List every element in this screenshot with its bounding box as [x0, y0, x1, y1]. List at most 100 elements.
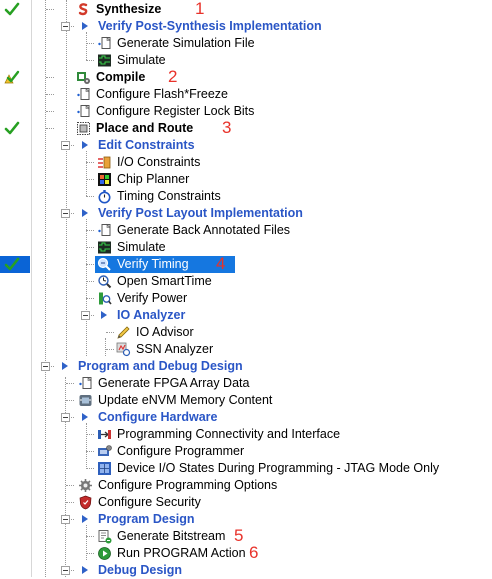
- collapse-toggle-icon[interactable]: [61, 413, 70, 422]
- tree-item-ssn-analyzer[interactable]: SSN Analyzer: [0, 341, 492, 358]
- tree-item-label: Configure Programmer: [117, 444, 245, 458]
- tree-guide-line: [86, 468, 94, 469]
- tree-item-verify-post-synthesis-implementation[interactable]: Verify Post-Synthesis Implementation: [0, 18, 492, 35]
- tree-item-program-and-debug-design[interactable]: Program and Debug Design: [0, 358, 492, 375]
- tree-item-configure-flash-freeze[interactable]: Configure Flash*Freeze: [0, 86, 492, 103]
- tree-item-i-o-constraints[interactable]: I/O Constraints: [0, 154, 492, 171]
- tree-item-io-advisor[interactable]: IO Advisor: [0, 324, 492, 341]
- tree-item-label: SSN Analyzer: [136, 342, 214, 356]
- tree-item-timing-constraints[interactable]: Timing Constraints: [0, 188, 492, 205]
- tree-item-generate-bitstream[interactable]: Generate Bitstream 5: [0, 527, 492, 545]
- tree-item-update-envm-memory-content[interactable]: Update eNVM Memory Content: [0, 392, 492, 409]
- tree-item-verify-timing[interactable]: Verify Timing 4: [0, 255, 492, 273]
- expand-arrow-icon[interactable]: [82, 22, 88, 30]
- tree-guide-line: [86, 162, 94, 163]
- expand-arrow-icon[interactable]: [101, 311, 107, 319]
- tree-item-label: Debug Design: [98, 563, 183, 577]
- tree-guide-line: [86, 247, 94, 248]
- memory-icon: [78, 393, 93, 408]
- synthesize-icon: [76, 2, 91, 17]
- tree-item-device-i-o-states-during-programming-jtag-mode-only[interactable]: Device I/O States During Programming - J…: [0, 460, 492, 477]
- tree-item-compile[interactable]: Compile 2: [0, 68, 492, 86]
- tree-item-programming-connectivity-and-interface[interactable]: Programming Connectivity and Interface: [0, 426, 492, 443]
- expand-arrow-icon[interactable]: [82, 413, 88, 421]
- tree-guide-line: [86, 43, 94, 44]
- tree-item-open-smarttime[interactable]: Open SmartTime: [0, 273, 492, 290]
- tree-item-edit-constraints[interactable]: Edit Constraints: [0, 137, 492, 154]
- run-icon: [97, 546, 112, 561]
- collapse-toggle-icon[interactable]: [61, 209, 70, 218]
- tree-item-label: Chip Planner: [117, 172, 190, 186]
- tree-guide-line: [86, 536, 94, 537]
- expand-arrow-icon[interactable]: [82, 566, 88, 574]
- tree-item-simulate[interactable]: Simulate: [0, 239, 492, 256]
- tree-item-configure-programmer[interactable]: Configure Programmer: [0, 443, 492, 460]
- chip-planner-icon: [97, 172, 112, 187]
- tree-guide-line: [66, 383, 74, 384]
- step-annotation-number: 6: [249, 543, 259, 562]
- tree-item-label: Device I/O States During Programming - J…: [117, 461, 440, 475]
- collapse-toggle-icon[interactable]: [61, 22, 70, 31]
- tree-item-verify-post-layout-implementation[interactable]: Verify Post Layout Implementation: [0, 205, 492, 222]
- tree-guide-line: [106, 332, 114, 333]
- tree-item-label: IO Analyzer: [117, 308, 186, 322]
- tree-item-generate-fpga-array-data[interactable]: Generate FPGA Array Data: [0, 375, 492, 392]
- tree-item-label: Compile: [96, 70, 146, 84]
- collapse-toggle-icon[interactable]: [41, 362, 50, 371]
- tree-guide-line: [86, 196, 94, 197]
- tree-item-label: IO Advisor: [136, 325, 194, 339]
- tree-item-label: Configure Programming Options: [98, 478, 278, 492]
- tree-item-configure-register-lock-bits[interactable]: Configure Register Lock Bits: [0, 103, 492, 120]
- collapse-toggle-icon[interactable]: [61, 141, 70, 150]
- new-file-icon: [97, 223, 112, 238]
- tree-item-label: Verify Post-Synthesis Implementation: [98, 19, 322, 33]
- tree-item-label: Verify Timing: [117, 257, 189, 271]
- tree-item-run-program-action[interactable]: Run PROGRAM Action 6: [0, 543, 492, 562]
- tree-item-simulate[interactable]: Simulate: [0, 52, 492, 69]
- warning-check-icon: [4, 70, 20, 85]
- tree-guide-line: [46, 111, 54, 112]
- tree-item-label: Verify Post Layout Implementation: [98, 206, 303, 220]
- waveform-icon: [97, 53, 112, 68]
- tree-guide-line: [66, 400, 74, 401]
- tree-item-label: Timing Constraints: [117, 189, 221, 203]
- collapse-toggle-icon[interactable]: [61, 566, 70, 575]
- tree-item-label: Update eNVM Memory Content: [98, 393, 273, 407]
- collapse-toggle-icon[interactable]: [81, 311, 90, 320]
- io-states-icon: [97, 461, 112, 476]
- expand-arrow-icon[interactable]: [82, 515, 88, 523]
- programmer-icon: [97, 444, 112, 459]
- tree-guide-line: [86, 179, 94, 180]
- tree-item-program-design[interactable]: Program Design: [0, 511, 492, 528]
- tree-item-label: Generate Simulation File: [117, 36, 255, 50]
- stopwatch-icon: [97, 189, 112, 204]
- tree-item-label: Configure Register Lock Bits: [96, 104, 255, 118]
- tree-item-debug-design[interactable]: Debug Design: [0, 562, 492, 579]
- place-route-icon: [76, 121, 91, 136]
- tree-item-verify-power[interactable]: Verify Power: [0, 290, 492, 307]
- tree-guide-line: [86, 298, 94, 299]
- collapse-toggle-icon[interactable]: [61, 515, 70, 524]
- tree-item-label: Generate FPGA Array Data: [98, 376, 250, 390]
- tree-item-generate-simulation-file[interactable]: Generate Simulation File: [0, 35, 492, 52]
- new-file-icon: [76, 104, 91, 119]
- tree-item-io-analyzer[interactable]: IO Analyzer: [0, 307, 492, 324]
- check-icon: [4, 121, 20, 136]
- tree-item-configure-programming-options[interactable]: Configure Programming Options: [0, 477, 492, 494]
- tree-item-configure-hardware[interactable]: Configure Hardware: [0, 409, 492, 426]
- io-constraints-icon: [97, 155, 112, 170]
- tree-guide-line: [86, 60, 94, 61]
- tree-item-configure-security[interactable]: Configure Security: [0, 494, 492, 511]
- ssn-icon: [116, 342, 131, 357]
- tree-item-label: Programming Connectivity and Interface: [117, 427, 341, 441]
- pencil-icon: [116, 325, 131, 340]
- tree-item-label: Configure Hardware: [98, 410, 218, 424]
- tree-item-place-and-route[interactable]: Place and Route 3: [0, 119, 492, 137]
- expand-arrow-icon[interactable]: [82, 141, 88, 149]
- expand-arrow-icon[interactable]: [62, 362, 68, 370]
- expand-arrow-icon[interactable]: [82, 209, 88, 217]
- tree-item-label: Configure Security: [98, 495, 201, 509]
- tree-item-generate-back-annotated-files[interactable]: Generate Back Annotated Files: [0, 222, 492, 239]
- tree-item-synthesize[interactable]: Synthesize 1: [0, 0, 492, 18]
- tree-item-chip-planner[interactable]: Chip Planner: [0, 171, 492, 188]
